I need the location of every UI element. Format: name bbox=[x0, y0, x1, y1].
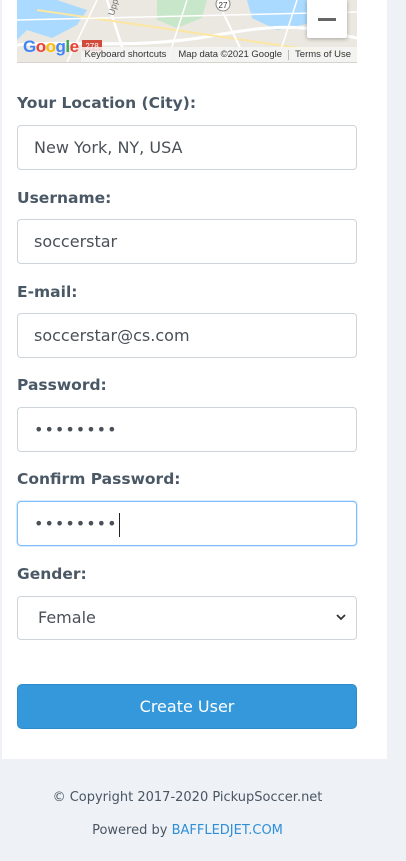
chevron-down-icon bbox=[336, 614, 346, 621]
terms-link[interactable]: Terms of Use bbox=[295, 49, 351, 60]
username-label: Username: bbox=[17, 189, 112, 207]
gender-label: Gender: bbox=[17, 565, 87, 583]
email-input[interactable]: soccerstar@cs.com bbox=[17, 313, 357, 358]
minus-icon bbox=[318, 17, 336, 21]
password-label: Password: bbox=[17, 376, 107, 394]
gender-select[interactable]: Female bbox=[17, 596, 357, 640]
create-user-button[interactable]: Create User bbox=[17, 684, 357, 729]
route-label-27: 27 bbox=[219, 1, 228, 10]
keyboard-shortcuts-link[interactable]: Keyboard shortcuts bbox=[85, 49, 167, 60]
location-label: Your Location (City): bbox=[17, 94, 197, 112]
email-label: E-mail: bbox=[17, 283, 78, 301]
powered-by-prefix: Powered by bbox=[92, 823, 172, 838]
location-map[interactable]: 27 278 Upp Google Keyboard shortcuts Map… bbox=[17, 0, 357, 63]
map-data-text: Map data ©2021 Google bbox=[178, 49, 283, 60]
copyright-text: © Copyright 2017-2020 PickupSoccer.net bbox=[52, 790, 323, 805]
password-input[interactable]: •••••••• bbox=[17, 407, 357, 452]
confirm-password-input[interactable]: •••••••• bbox=[17, 501, 357, 546]
attribution-divider bbox=[288, 49, 290, 60]
text-caret bbox=[118, 512, 120, 537]
map-attribution: Keyboard shortcuts Map data ©2021 Google… bbox=[80, 47, 357, 62]
username-input[interactable]: soccerstar bbox=[17, 219, 357, 264]
confirm-password-label: Confirm Password: bbox=[17, 470, 181, 488]
location-input[interactable]: New York, NY, USA bbox=[17, 125, 357, 170]
zoom-out-button[interactable] bbox=[307, 0, 347, 38]
powered-by: Powered by BAFFLEDJET.COM bbox=[0, 823, 375, 838]
gender-selected-value: Female bbox=[38, 608, 96, 627]
google-logo: Google bbox=[23, 37, 79, 56]
bafflejet-link[interactable]: BAFFLEDJET.COM bbox=[172, 823, 283, 838]
confirm-password-value: •••••••• bbox=[34, 514, 118, 533]
